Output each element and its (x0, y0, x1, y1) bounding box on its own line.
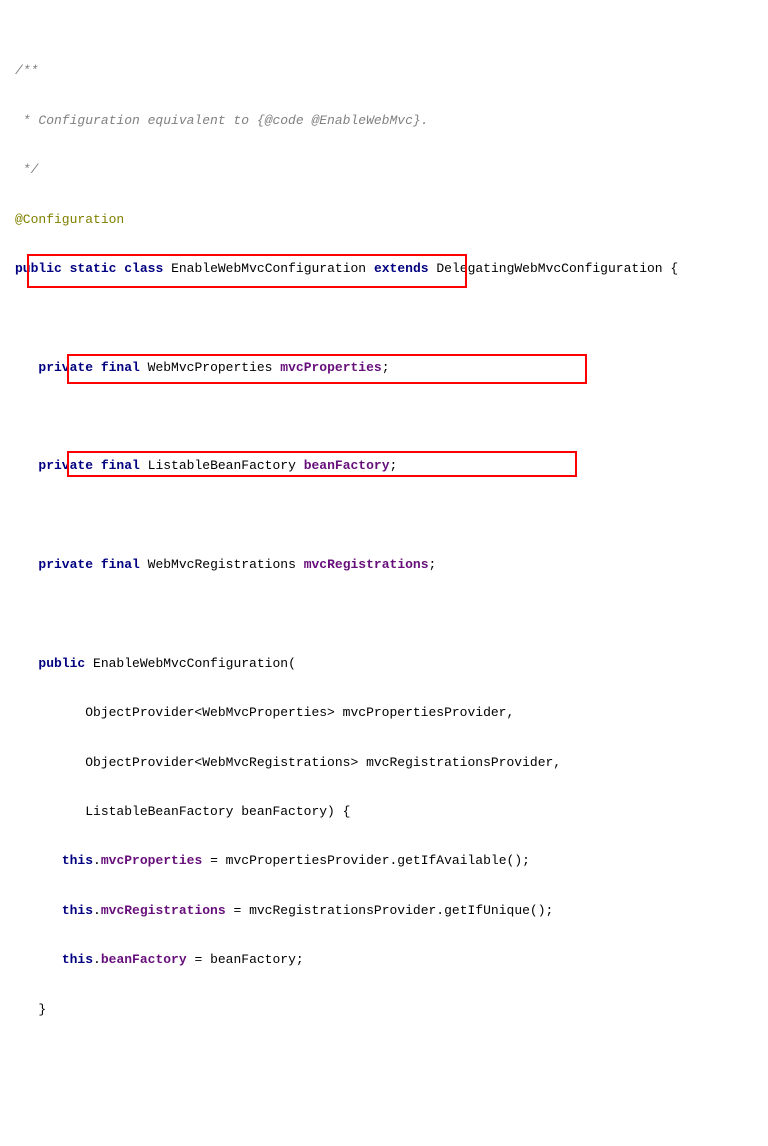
brace-close: } (15, 998, 753, 1023)
blank-line (15, 306, 753, 331)
field-line: private final WebMvcProperties mvcProper… (15, 356, 753, 381)
code-block: /** * Configuration equivalent to {@code… (15, 10, 753, 1146)
ctor-line: public EnableWebMvcConfiguration( (15, 652, 753, 677)
assign-line: this.beanFactory = beanFactory; (15, 948, 753, 973)
annotation-line: @Configuration (15, 208, 753, 233)
assign-line-highlighted: this.mvcRegistrations = mvcRegistrations… (15, 899, 753, 924)
comment-line: /** (15, 59, 753, 84)
blank-line (15, 603, 753, 628)
param-line-highlighted: ObjectProvider<WebMvcRegistrations> mvcR… (15, 751, 753, 776)
blank-line (15, 405, 753, 430)
param-line: ObjectProvider<WebMvcProperties> mvcProp… (15, 701, 753, 726)
comment-line: */ (15, 158, 753, 183)
field-line-highlighted: private final WebMvcRegistrations mvcReg… (15, 553, 753, 578)
assign-line: this.mvcProperties = mvcPropertiesProvid… (15, 849, 753, 874)
comment-line: * Configuration equivalent to {@code @En… (15, 109, 753, 134)
blank-line (15, 504, 753, 529)
class-decl-line: public static class EnableWebMvcConfigur… (15, 257, 753, 282)
field-line: private final ListableBeanFactory beanFa… (15, 454, 753, 479)
param-line: ListableBeanFactory beanFactory) { (15, 800, 753, 825)
